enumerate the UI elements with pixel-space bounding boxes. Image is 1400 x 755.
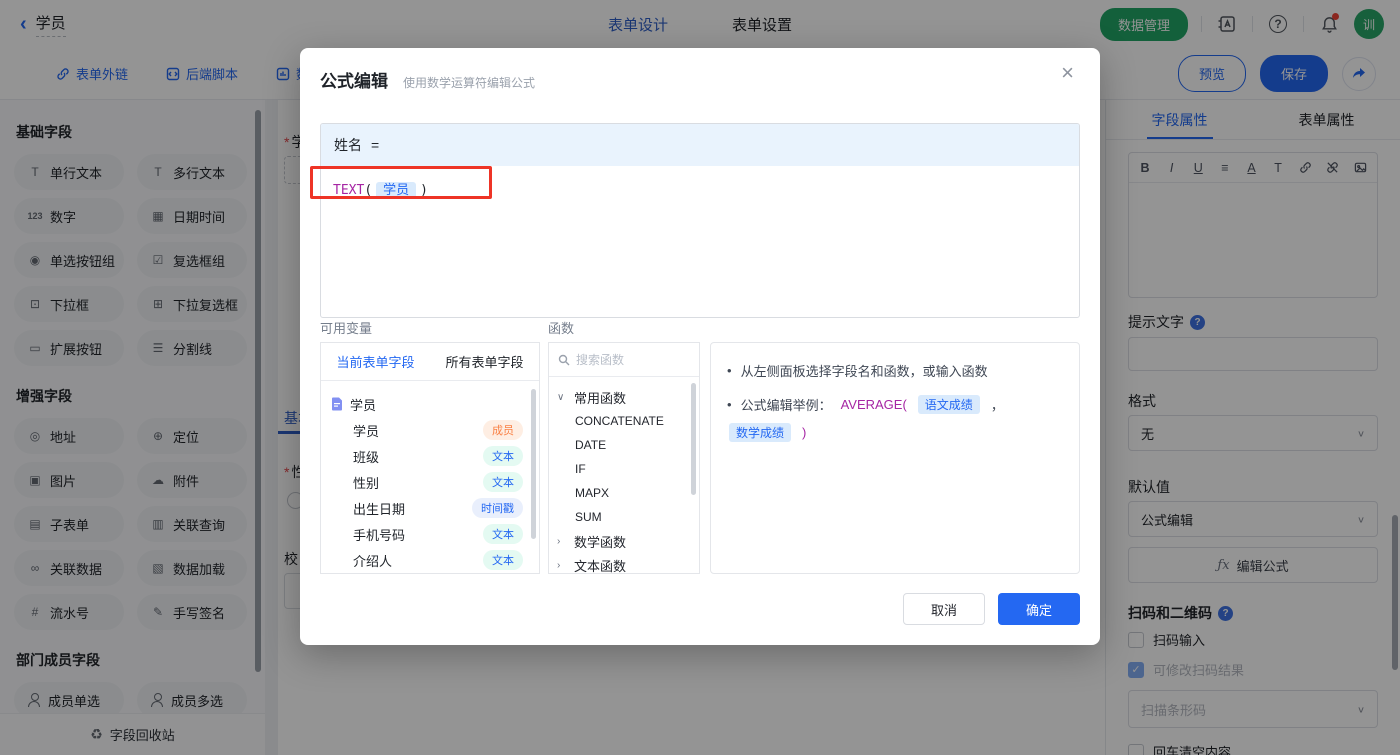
- tab-all-form-fields[interactable]: 所有表单字段: [430, 343, 539, 380]
- confirm-button[interactable]: 确定: [998, 593, 1080, 625]
- group-label: 文本函数: [574, 558, 627, 574]
- type-badge: 成员: [483, 420, 523, 440]
- variables-tree: 学员 学员 成员 班级 文本 性别 文本 出生日期 时间戳 手机号码 文本 介绍人 文本: [321, 381, 539, 573]
- group-label: 常用函数: [574, 390, 627, 406]
- chevron-down-icon: ∨: [557, 391, 565, 403]
- variable-row[interactable]: 班级 文本: [331, 443, 539, 469]
- tip-example-prefix: 公式编辑举例：: [740, 398, 832, 413]
- functions-panel: ∨ 常用函数 CONCATENATE DATE IF MAPX SUM › 数学…: [548, 342, 700, 574]
- variables-label: 可用变量: [320, 321, 373, 336]
- equals-sign: =: [371, 137, 380, 153]
- variable-row[interactable]: 出生日期 时间戳: [331, 495, 539, 521]
- chevron-right-icon: ›: [557, 535, 561, 547]
- variable-name: 出生日期: [353, 501, 406, 517]
- variable-row[interactable]: 学员 成员: [331, 417, 539, 443]
- formula-function-name: TEXT: [333, 183, 365, 198]
- function-group-common[interactable]: ∨ 常用函数: [557, 385, 699, 409]
- close-paren: ): [420, 183, 428, 198]
- close-paren: ): [802, 425, 807, 440]
- formula-edit-modal: 公式编辑 使用数学运算符编辑公式 × 姓名 = TEXT(学员) 可用变量 函数…: [300, 48, 1100, 645]
- function-item[interactable]: IF: [557, 457, 699, 481]
- function-item[interactable]: SUM: [557, 505, 699, 529]
- example-field-token: 语文成绩: [917, 395, 980, 414]
- variable-name: 班级: [353, 449, 380, 465]
- functions-scrollbar[interactable]: [691, 383, 696, 495]
- example-function-name: AVERAGE(: [840, 397, 907, 412]
- chevron-right-icon: ›: [557, 559, 561, 571]
- variable-row[interactable]: 介绍人 文本: [331, 547, 539, 573]
- tab-current-form-fields[interactable]: 当前表单字段: [321, 343, 430, 380]
- comma: ，: [990, 398, 1004, 413]
- open-paren: (: [364, 183, 373, 198]
- modal-subtitle: 使用数学运算符编辑公式: [403, 76, 536, 90]
- function-search[interactable]: [549, 343, 699, 377]
- function-item[interactable]: DATE: [557, 433, 699, 457]
- variable-name: 性别: [353, 475, 380, 491]
- group-label: 数学函数: [574, 534, 627, 550]
- function-group-math[interactable]: › 数学函数: [557, 529, 699, 553]
- cancel-button[interactable]: 取消: [903, 593, 985, 625]
- variable-name: 介绍人: [353, 553, 393, 569]
- variable-name: 学员: [353, 423, 380, 439]
- tip-text: 从左侧面板选择字段名和函数，或输入函数: [740, 364, 988, 379]
- app-page: ‹ 学员 表单设计 表单设置 数据管理 ? 训 表单外链 后端脚本 预览 保存 …: [0, 0, 1400, 755]
- modal-title: 公式编辑: [320, 72, 388, 91]
- close-icon[interactable]: ×: [1061, 62, 1074, 84]
- type-badge: 文本: [483, 550, 523, 570]
- field-token[interactable]: 学员: [376, 182, 417, 199]
- type-badge: 文本: [483, 524, 523, 544]
- variable-row[interactable]: 性别 文本: [331, 469, 539, 495]
- formula-target-row: 姓名 =: [321, 124, 1079, 166]
- variables-root-node[interactable]: 学员: [331, 391, 539, 417]
- tips-panel: • 从左侧面板选择字段名和函数，或输入函数 • 公式编辑举例： AVERAGE( 语…: [710, 342, 1080, 574]
- function-item[interactable]: CONCATENATE: [557, 409, 699, 433]
- functions-label: 函数: [548, 321, 575, 336]
- modal-header: 公式编辑 使用数学运算符编辑公式: [300, 48, 1100, 92]
- function-search-input[interactable]: [576, 352, 676, 367]
- variable-name: 手机号码: [353, 527, 406, 543]
- variable-row[interactable]: 手机号码 文本: [331, 521, 539, 547]
- functions-tree: ∨ 常用函数 CONCATENATE DATE IF MAPX SUM › 数学…: [549, 377, 699, 577]
- formula-expression[interactable]: TEXT(学员): [321, 166, 1079, 211]
- bullet: •: [727, 397, 732, 412]
- formula-editor[interactable]: 姓名 = TEXT(学员): [320, 123, 1080, 318]
- variables-panel: 当前表单字段 所有表单字段 学员 学员 成员 班级 文本 性别 文本 出生日期 时间戳 …: [320, 342, 540, 574]
- function-item[interactable]: MAPX: [557, 481, 699, 505]
- variables-scrollbar[interactable]: [531, 389, 536, 539]
- type-badge: 文本: [483, 446, 523, 466]
- formula-target-field: 姓名: [334, 137, 362, 153]
- variables-tabs: 当前表单字段 所有表单字段: [321, 343, 539, 381]
- tip-line: • 从左侧面板选择字段名和函数，或输入函数: [727, 361, 1063, 380]
- search-icon: [558, 354, 570, 365]
- root-label: 学员: [350, 397, 377, 413]
- tip-line-example: • 公式编辑举例： AVERAGE( 语文成绩 ， 数学成绩): [727, 395, 1063, 442]
- bullet: •: [727, 363, 732, 378]
- function-group-text[interactable]: › 文本函数: [557, 553, 699, 577]
- type-badge: 文本: [483, 472, 523, 492]
- example-field-token: 数学成绩: [729, 423, 792, 442]
- file-icon: [332, 397, 342, 411]
- type-badge: 时间戳: [472, 498, 523, 518]
